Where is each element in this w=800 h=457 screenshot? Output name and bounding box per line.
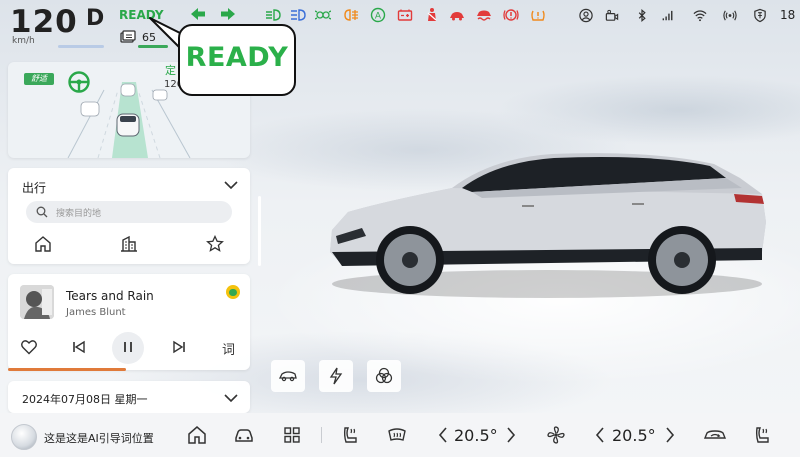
stability-control-icon <box>477 10 491 21</box>
passenger-seat-heat-icon[interactable] <box>753 425 773 445</box>
search-placeholder: 搜索目的地 <box>56 209 102 219</box>
auto-hold-icon: A <box>370 7 386 23</box>
theme-button[interactable] <box>367 360 401 392</box>
panel-scrollbar[interactable] <box>258 196 261 266</box>
cellular-signal-icon <box>662 10 673 21</box>
music-card: Tears and Rain James Blunt 词 <box>8 274 250 370</box>
trip-card: 出行 搜索目的地 <box>8 168 250 264</box>
right-temp-down-icon[interactable] <box>594 425 606 445</box>
battery-warning-icon <box>397 9 413 21</box>
like-heart-icon[interactable] <box>20 338 38 356</box>
speed-bar <box>58 45 104 48</box>
search-icon <box>36 206 48 218</box>
music-app-icon <box>226 285 240 299</box>
gear-indicator: D <box>86 6 105 31</box>
bluetooth-icon[interactable] <box>634 8 650 23</box>
callout-text: READY <box>185 42 289 73</box>
lightning-icon <box>329 367 343 385</box>
song-title: Tears and Rain <box>66 289 154 303</box>
driver-profile-icon[interactable] <box>578 8 594 23</box>
fan-icon[interactable] <box>546 425 566 445</box>
security-shield-icon[interactable] <box>752 8 768 23</box>
charging-button[interactable] <box>319 360 353 392</box>
left-temp-down-icon[interactable] <box>437 425 449 445</box>
brake-warning-icon <box>503 9 519 21</box>
home-icon[interactable] <box>34 235 52 253</box>
music-progress-bar[interactable] <box>8 368 126 371</box>
wifi-icon[interactable] <box>692 8 708 23</box>
lyrics-button[interactable]: 词 <box>222 339 235 358</box>
air-recirculation-icon[interactable] <box>703 425 727 445</box>
car-icon[interactable] <box>234 425 254 445</box>
chevron-down-icon[interactable] <box>223 179 239 191</box>
home-icon[interactable] <box>187 425 207 445</box>
right-temp-up-icon[interactable] <box>664 425 676 445</box>
ai-assistant-orb[interactable] <box>11 424 37 450</box>
previous-track-icon[interactable] <box>70 338 88 356</box>
driver-seat-heat-icon[interactable] <box>341 425 361 445</box>
clock: 18 <box>780 8 796 22</box>
svg-text:A: A <box>375 12 382 22</box>
vehicle-view-button[interactable] <box>271 360 305 392</box>
left-temperature: 20.5° <box>454 426 498 445</box>
low-beam-icon <box>266 9 281 21</box>
right-turn-signal-icon <box>220 7 236 21</box>
dashcam-icon[interactable] <box>604 8 620 23</box>
ready-callout: READY <box>178 24 296 96</box>
chevron-down-icon[interactable] <box>223 392 239 404</box>
artist-name: James Blunt <box>66 307 126 318</box>
trip-title: 出行 <box>22 181 47 195</box>
tire-pressure-icon <box>531 10 545 21</box>
right-temperature: 20.5° <box>612 426 656 445</box>
seatbelt-warning-icon <box>427 8 437 21</box>
fog-light-icon <box>344 9 358 21</box>
car-icon <box>278 371 297 382</box>
speed-unit: km/h <box>12 36 35 46</box>
vehicle-fault-icon <box>450 12 464 21</box>
ai-hint-text[interactable]: 这是这是AI引导词位置 <box>44 430 154 446</box>
color-circles-icon <box>375 367 393 384</box>
position-lights-icon <box>315 10 331 20</box>
next-track-icon[interactable] <box>170 338 188 356</box>
left-temp-up-icon[interactable] <box>505 425 517 445</box>
album-art[interactable] <box>20 285 54 319</box>
date-card[interactable]: 2024年07月08日 星期一 <box>8 381 250 413</box>
favorites-star-icon[interactable] <box>206 235 224 253</box>
hotspot-icon[interactable] <box>722 8 738 23</box>
speed-readout: 120 <box>10 4 78 40</box>
destination-search-input[interactable]: 搜索目的地 <box>26 201 232 223</box>
battery-range-icon <box>120 30 136 43</box>
windshield-defrost-icon[interactable] <box>387 425 407 445</box>
dock-divider <box>321 427 322 443</box>
apps-grid-icon[interactable] <box>282 425 302 445</box>
vehicle-image <box>330 153 766 298</box>
high-beam-icon <box>291 9 306 21</box>
date-text: 2024年07月08日 星期一 <box>22 393 148 406</box>
pause-icon <box>124 342 132 352</box>
company-icon[interactable] <box>120 235 138 253</box>
